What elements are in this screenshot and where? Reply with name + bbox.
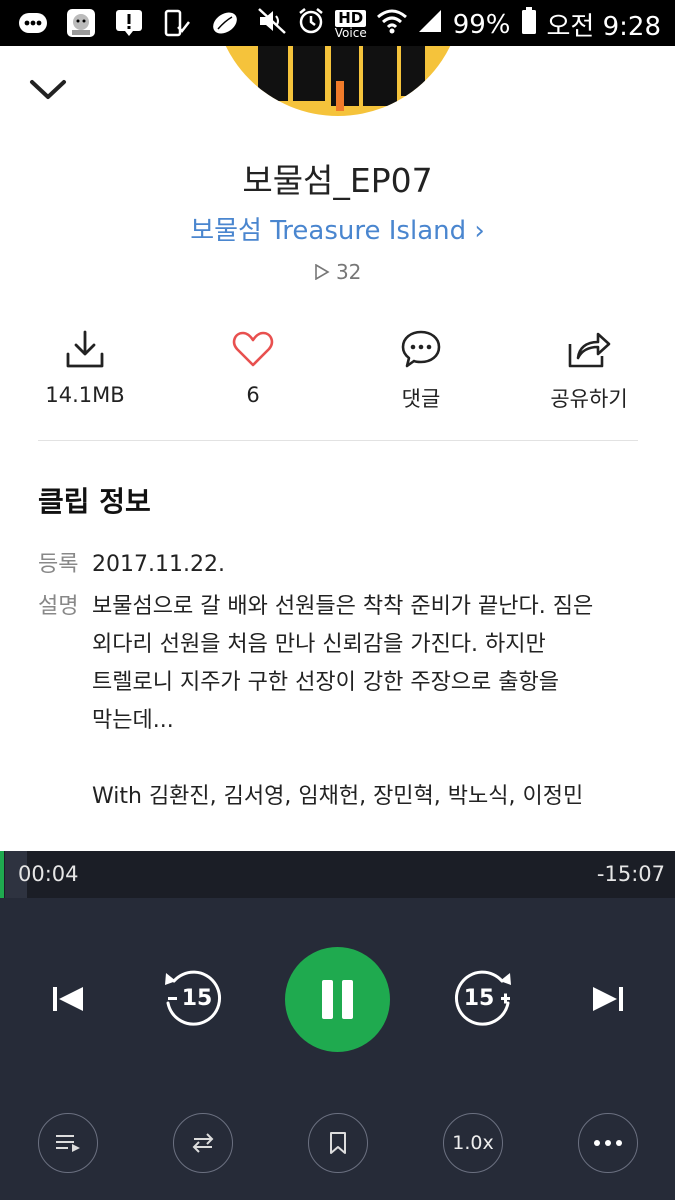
avatar-notification-icon — [66, 8, 96, 38]
share-icon — [509, 325, 669, 373]
skip-next-icon — [593, 987, 623, 1011]
download-icon — [5, 325, 165, 373]
progress-bar[interactable]: 00:04 -15:07 — [0, 851, 675, 898]
description-line: With 김환진, 김서영, 임채헌, 장민혁, 박노식, 이정민 — [92, 784, 584, 809]
description-line: 막는데... — [92, 708, 174, 733]
play-count-value: 32 — [335, 260, 362, 284]
repeat-button[interactable] — [173, 1113, 233, 1173]
elapsed-time: 00:04 — [18, 862, 79, 886]
divider — [38, 440, 638, 441]
clip-title: 보물섬_EP07 — [242, 161, 433, 200]
chevron-right-icon: › — [474, 216, 485, 246]
description-line: 외다리 선원을 처음 만나 신뢰감을 가진다. 하지만 — [92, 632, 546, 657]
pause-button[interactable] — [285, 947, 390, 1052]
battery-percent: 99% — [452, 9, 511, 40]
alarm-icon — [297, 7, 325, 42]
chat-bubble-icon — [18, 8, 48, 38]
description-line: 트렐로니 지주가 구한 선장이 강한 주장으로 출항을 — [92, 670, 560, 695]
download-button[interactable]: 14.1MB — [5, 325, 165, 407]
play-triangle-icon — [314, 260, 336, 284]
channel-link[interactable]: 보물섬 Treasure Island › — [0, 210, 675, 247]
previous-button[interactable] — [48, 979, 88, 1019]
share-label: 공유하기 — [550, 387, 628, 411]
like-button[interactable]: 6 — [173, 325, 333, 407]
more-button[interactable] — [578, 1113, 638, 1173]
description-key: 설명 — [38, 594, 79, 619]
description-text: 보물섬으로 갈 배와 선원들은 착착 준비가 끝난다. 짐은 외다리 선원을 처… — [92, 588, 632, 816]
download-size: 14.1MB — [45, 383, 125, 407]
heart-icon — [173, 325, 333, 373]
repeat-icon — [192, 1133, 214, 1153]
description-line — [92, 740, 632, 778]
rewind-15-button[interactable]: 15 — [160, 965, 226, 1031]
battery-icon — [521, 7, 537, 42]
mute-icon — [257, 7, 287, 42]
registered-row: 등록 2017.11.22. — [38, 546, 638, 586]
chevron-down-icon — [30, 80, 66, 99]
forward-15-button[interactable]: 15 — [450, 965, 516, 1031]
audio-player: 00:04 -15:07 15 15 1.0x — [0, 851, 675, 1200]
speed-button[interactable]: 1.0x — [443, 1113, 503, 1173]
section-title: 클립 정보 — [38, 485, 151, 518]
next-button[interactable] — [588, 979, 628, 1019]
alert-icon — [114, 8, 144, 38]
wifi-icon — [376, 8, 407, 41]
bookmark-button[interactable] — [308, 1113, 368, 1173]
comment-label: 댓글 — [401, 387, 441, 411]
rewind-label: 15 — [181, 985, 213, 1011]
comment-icon — [341, 325, 501, 373]
album-artwork — [213, 46, 463, 116]
registered-key: 등록 — [38, 552, 79, 577]
action-row: 14.1MB 6 댓글 공유하기 — [0, 325, 675, 415]
signal-icon — [417, 8, 443, 41]
bookmark-icon — [330, 1132, 346, 1154]
registered-value: 2017.11.22. — [92, 552, 225, 577]
share-button[interactable]: 공유하기 — [509, 325, 669, 413]
hd-voice-icon: HD Voice — [334, 9, 367, 40]
pause-icon — [322, 980, 353, 1019]
description-row: 설명 보물섬으로 갈 배와 선원들은 착착 준비가 끝난다. 짐은 외다리 선원… — [38, 588, 638, 828]
playlist-icon — [56, 1135, 80, 1152]
forward-label: 15 — [463, 985, 495, 1011]
description-line: 보물섬으로 갈 배와 선원들은 착착 준비가 끝난다. 짐은 — [92, 594, 594, 619]
like-count: 6 — [246, 383, 260, 407]
speed-label: 1.0x — [452, 1132, 494, 1154]
collapse-button[interactable] — [26, 70, 70, 110]
phone-check-icon — [162, 8, 192, 38]
bean-icon — [210, 8, 240, 38]
clock: 오전 9:28 — [546, 12, 662, 42]
remaining-time: -15:07 — [596, 862, 665, 886]
more-dots-icon — [594, 1140, 622, 1146]
progress-fill — [0, 851, 4, 898]
play-count: 32 — [0, 260, 675, 284]
channel-name: 보물섬 Treasure Island — [190, 216, 467, 246]
status-bar: HD Voice 99% 오전 9:28 — [0, 0, 675, 46]
comment-button[interactable]: 댓글 — [341, 325, 501, 413]
playlist-button[interactable] — [38, 1113, 98, 1173]
skip-previous-icon — [53, 987, 83, 1011]
